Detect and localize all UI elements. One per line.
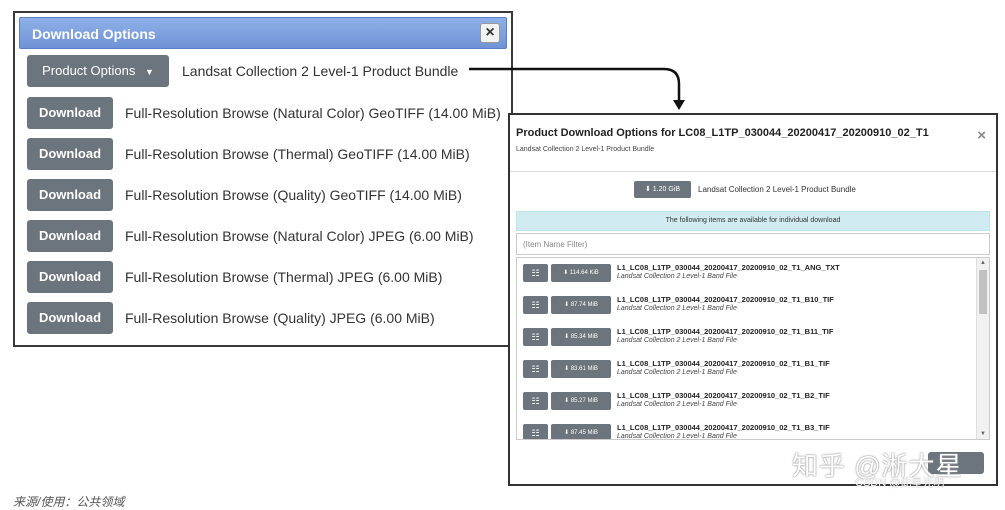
download-icon: ⬇: [563, 270, 570, 276]
product-download-options-dialog: Product Download Options for LC08_L1TP_0…: [508, 113, 998, 486]
arrow-head: [673, 100, 685, 110]
file-name: L1_LC08_L1TP_030044_20200417_20200910_02…: [617, 327, 834, 336]
bundle-label: Landsat Collection 2 Level-1 Product Bun…: [698, 185, 856, 194]
download-icon: ⬇: [564, 334, 571, 340]
file-size: 85.27 MiB: [570, 398, 598, 404]
shopping-cart-icon: ☷: [531, 332, 540, 342]
file-type: Landsat Collection 2 Level-1 Band File: [617, 401, 737, 408]
file-row: ☷ ⬇ 85.34 MiB L1_LC08_L1TP_030044_20200417…: [517, 324, 975, 354]
credit-text: CSDN @此星光明: [855, 477, 945, 489]
shopping-cart-icon: ☷: [531, 300, 540, 310]
file-name: L1_LC08_L1TP_030044_20200417_20200910_02…: [617, 391, 830, 400]
file-list[interactable]: ☷ ⬇ 114.64 KiB L1_LC08_L1TP_030044_2020041…: [516, 257, 990, 440]
file-download-button[interactable]: ⬇ 87.74 MiB: [551, 296, 611, 314]
file-size: 87.74 MiB: [570, 302, 598, 308]
divider: [510, 171, 996, 172]
item-filter-input[interactable]: [516, 233, 990, 255]
download-icon: ⬇: [564, 398, 571, 404]
file-download-button[interactable]: ⬇ 85.34 MiB: [551, 328, 611, 346]
info-alert: The following items are available for in…: [516, 211, 990, 231]
file-type: Landsat Collection 2 Level-1 Band File: [617, 305, 737, 312]
file-row: ☷ ⬇ 85.27 MiB L1_LC08_L1TP_030044_20200417…: [517, 388, 975, 418]
bundle-download-button[interactable]: ⬇ 1.20 GiB: [634, 181, 691, 198]
download-icon: ⬇: [644, 186, 651, 193]
file-type: Landsat Collection 2 Level-1 Band File: [617, 369, 737, 376]
file-row: ☷ ⬇ 114.64 KiB L1_LC08_L1TP_030044_2020041…: [517, 260, 975, 290]
file-size: 83.61 MiB: [570, 366, 598, 372]
file-row: ☷ ⬇ 87.74 MiB L1_LC08_L1TP_030044_20200417…: [517, 292, 975, 322]
arrow-line: [469, 67, 681, 101]
add-to-cart-button[interactable]: ☷: [523, 328, 548, 346]
bundle-size: 1.20 GiB: [652, 186, 681, 193]
dialog-subtitle: Landsat Collection 2 Level-1 Product Bun…: [516, 146, 655, 153]
shopping-cart-icon: ☷: [531, 428, 540, 438]
file-type: Landsat Collection 2 Level-1 Band File: [617, 337, 737, 344]
file-download-button[interactable]: ⬇ 114.64 KiB: [551, 264, 611, 282]
add-to-cart-button[interactable]: ☷: [523, 392, 548, 410]
file-download-button[interactable]: ⬇ 85.27 MiB: [551, 392, 611, 410]
add-to-cart-button[interactable]: ☷: [523, 360, 548, 378]
file-download-button[interactable]: ⬇ 87.45 MiB: [551, 424, 611, 439]
close-icon[interactable]: ×: [977, 127, 986, 144]
shopping-cart-icon: ☷: [531, 364, 540, 374]
file-download-button[interactable]: ⬇ 83.61 MiB: [551, 360, 611, 378]
scroll-down-icon[interactable]: ▼: [977, 429, 989, 439]
download-icon: ⬇: [564, 366, 571, 372]
scrollbar[interactable]: ▲ ▼: [976, 258, 989, 439]
file-size: 87.45 MiB: [570, 430, 598, 436]
file-name: L1_LC08_L1TP_030044_20200417_20200910_02…: [617, 263, 840, 272]
file-type: Landsat Collection 2 Level-1 Band File: [617, 433, 737, 440]
file-size: 114.64 KiB: [569, 270, 599, 276]
file-row: ☷ ⬇ 87.45 MiB L1_LC08_L1TP_030044_20200417…: [517, 420, 975, 440]
shopping-cart-icon: ☷: [531, 268, 540, 278]
file-name: L1_LC08_L1TP_030044_20200417_20200910_02…: [617, 423, 830, 432]
download-icon: ⬇: [564, 302, 571, 308]
scroll-up-icon[interactable]: ▲: [977, 258, 989, 268]
download-icon: ⬇: [564, 430, 571, 436]
add-to-cart-button[interactable]: ☷: [523, 424, 548, 439]
file-name: L1_LC08_L1TP_030044_20200417_20200910_02…: [617, 295, 834, 304]
file-name: L1_LC08_L1TP_030044_20200417_20200910_02…: [617, 359, 830, 368]
add-to-cart-button[interactable]: ☷: [523, 264, 548, 282]
shopping-cart-icon: ☷: [531, 396, 540, 406]
dialog-title: Product Download Options for LC08_L1TP_0…: [516, 127, 929, 139]
file-type: Landsat Collection 2 Level-1 Band File: [617, 273, 737, 280]
file-row: ☷ ⬇ 83.61 MiB L1_LC08_L1TP_030044_20200417…: [517, 356, 975, 386]
scroll-thumb[interactable]: [979, 270, 987, 314]
file-size: 85.34 MiB: [570, 334, 598, 340]
add-to-cart-button[interactable]: ☷: [523, 296, 548, 314]
